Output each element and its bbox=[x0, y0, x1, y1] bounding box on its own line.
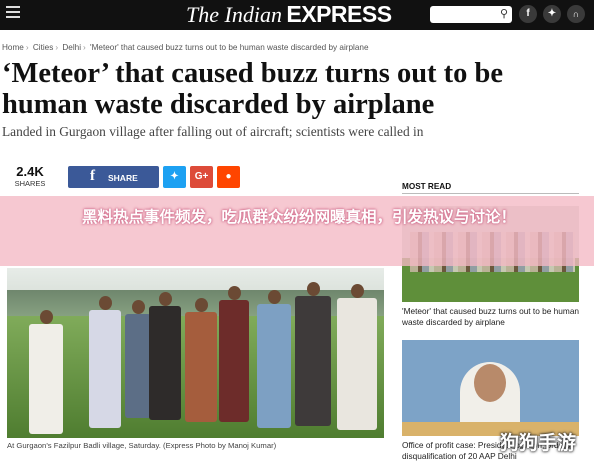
breadcrumb-delhi[interactable]: Delhi bbox=[62, 43, 81, 52]
site-logo[interactable]: The Indian EXPRESS bbox=[186, 1, 392, 28]
share-count: 2.4K SHARES bbox=[10, 164, 50, 188]
search-input[interactable]: ⚲ bbox=[430, 6, 512, 23]
facebook-icon: f bbox=[90, 168, 95, 184]
twitter-share-button[interactable]: ✦ bbox=[163, 166, 186, 188]
breadcrumb-home[interactable]: Home bbox=[2, 43, 24, 52]
breadcrumb: Home › Cities › Delhi › 'Meteor' that cause… bbox=[2, 43, 369, 52]
facebook-icon[interactable]: f bbox=[519, 5, 537, 23]
article-subhead: Landed in Gurgaon village after falling … bbox=[2, 124, 424, 139]
twitter-icon[interactable]: ✦ bbox=[543, 5, 561, 23]
google-plus-share-button[interactable]: G+ bbox=[190, 166, 213, 188]
overlay-banner-text: 黑料热点事件频发，吃瓜群众纷纷网曝真相，引发热议与讨论！ bbox=[81, 209, 516, 226]
logo-express: EXPRESS bbox=[286, 1, 392, 27]
rss-icon[interactable]: ∩ bbox=[567, 5, 585, 23]
most-read-title: MOST READ bbox=[402, 182, 452, 191]
article-headline: ‘Meteor’ that caused buzz turns out to b… bbox=[2, 58, 504, 120]
reddit-share-button[interactable]: ● bbox=[217, 166, 240, 188]
search-icon[interactable]: ⚲ bbox=[500, 7, 508, 20]
menu-icon[interactable] bbox=[6, 6, 20, 20]
article-photo bbox=[7, 268, 384, 438]
facebook-share-button[interactable]: f SHARE bbox=[68, 166, 159, 188]
photo-caption: At Gurgaon's Fazilpur Badli village, Sat… bbox=[7, 441, 277, 450]
top-bar: The Indian EXPRESS ⚲ f ✦ ∩ bbox=[0, 0, 594, 30]
share-count-value: 2.4K bbox=[16, 164, 44, 179]
most-read-thumbnail-2[interactable] bbox=[402, 340, 579, 436]
watermark: 狗狗手游 bbox=[500, 433, 577, 454]
logo-the: The Indian bbox=[186, 2, 282, 27]
most-read-item-1[interactable]: 'Meteor' that caused buzz turns out to b… bbox=[402, 306, 582, 328]
most-read-divider bbox=[402, 193, 579, 194]
breadcrumb-current: 'Meteor' that caused buzz turns out to b… bbox=[90, 43, 369, 52]
breadcrumb-cities[interactable]: Cities bbox=[33, 43, 53, 52]
share-count-label: SHARES bbox=[14, 179, 46, 188]
facebook-share-label: SHARE bbox=[108, 173, 138, 183]
